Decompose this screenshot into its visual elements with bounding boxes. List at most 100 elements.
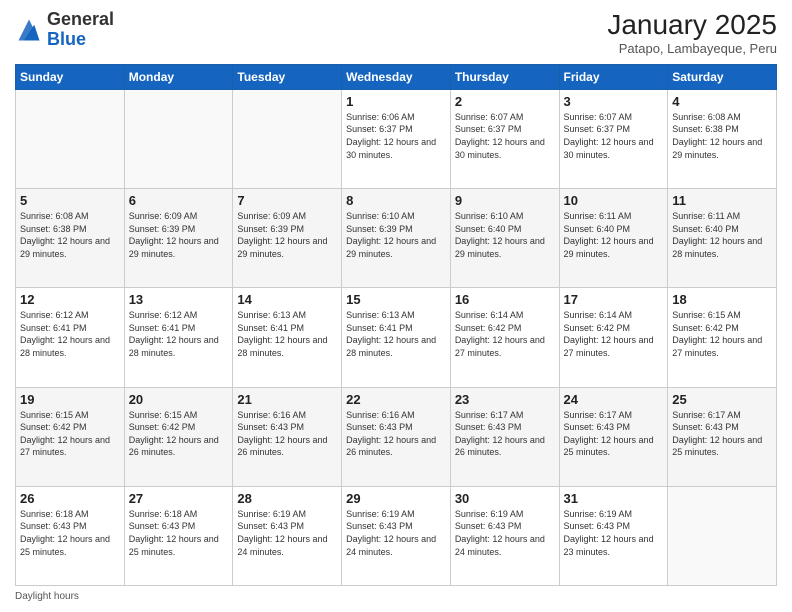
day-cell: 23 Sunrise: 6:17 AM Sunset: 6:43 PM Dayli…	[450, 387, 559, 486]
location: Patapo, Lambayeque, Peru	[607, 41, 777, 56]
day-cell	[124, 89, 233, 188]
day-info: Sunrise: 6:18 AM Sunset: 6:43 PM Dayligh…	[20, 508, 120, 558]
day-info: Sunrise: 6:17 AM Sunset: 6:43 PM Dayligh…	[564, 409, 664, 459]
header-day-thursday: Thursday	[450, 64, 559, 89]
day-cell: 22Sunrise: 6:16 AM Sunset: 6:43 PM Dayli…	[342, 387, 451, 486]
day-cell: 31 Sunrise: 6:19 AM Sunset: 6:43 PM Dayli…	[559, 486, 668, 585]
day-number: 6	[129, 193, 229, 208]
day-cell: 4 Sunrise: 6:08 AM Sunset: 6:38 PM Daylig…	[668, 89, 777, 188]
logo-blue-text: Blue	[47, 29, 86, 49]
day-cell: 11Sunrise: 6:11 AM Sunset: 6:40 PM Dayli…	[668, 189, 777, 288]
day-number: 21	[237, 392, 337, 407]
day-info: Sunrise: 6:13 AM Sunset: 6:41 PM Dayligh…	[237, 309, 337, 359]
day-info: Sunrise: 6:19 AM Sunset: 6:43 PM Dayligh…	[346, 508, 446, 558]
day-info: Sunrise: 6:15 AM Sunset: 6:42 PM Dayligh…	[129, 409, 229, 459]
day-number: 12	[20, 292, 120, 307]
calendar-body: 1Sunrise: 6:06 AM Sunset: 6:37 PM Daylig…	[16, 89, 777, 585]
day-info: Sunrise: 6:11 AM Sunset: 6:40 PM Dayligh…	[564, 210, 664, 260]
day-number: 28	[237, 491, 337, 506]
footer: Daylight hours	[15, 591, 777, 602]
month-year: January 2025	[607, 10, 777, 41]
header-day-saturday: Saturday	[668, 64, 777, 89]
day-number: 26	[20, 491, 120, 506]
day-cell: 9Sunrise: 6:10 AM Sunset: 6:40 PM Daylig…	[450, 189, 559, 288]
day-cell: 5 Sunrise: 6:08 AM Sunset: 6:38 PM Daylig…	[16, 189, 125, 288]
day-cell: 24 Sunrise: 6:17 AM Sunset: 6:43 PM Dayli…	[559, 387, 668, 486]
day-info: Sunrise: 6:17 AM Sunset: 6:43 PM Dayligh…	[455, 409, 555, 459]
day-info: Sunrise: 6:19 AM Sunset: 6:43 PM Dayligh…	[564, 508, 664, 558]
header-row: SundayMondayTuesdayWednesdayThursdayFrid…	[16, 64, 777, 89]
day-cell: 13Sunrise: 6:12 AM Sunset: 6:41 PM Dayli…	[124, 288, 233, 387]
day-number: 2	[455, 94, 555, 109]
day-cell: 16 Sunrise: 6:14 AM Sunset: 6:42 PM Dayli…	[450, 288, 559, 387]
day-number: 8	[346, 193, 446, 208]
footer-label: Daylight hours	[15, 591, 79, 602]
logo-general-text: General	[47, 9, 114, 29]
day-number: 23	[455, 392, 555, 407]
calendar-table: SundayMondayTuesdayWednesdayThursdayFrid…	[15, 64, 777, 586]
day-info: Sunrise: 6:12 AM Sunset: 6:41 PM Dayligh…	[20, 309, 120, 359]
day-number: 14	[237, 292, 337, 307]
day-cell: 19 Sunrise: 6:15 AM Sunset: 6:42 PM Dayli…	[16, 387, 125, 486]
logo: General Blue	[15, 10, 114, 50]
day-info: Sunrise: 6:08 AM Sunset: 6:38 PM Dayligh…	[672, 111, 772, 161]
day-cell: 2 Sunrise: 6:07 AM Sunset: 6:37 PM Daylig…	[450, 89, 559, 188]
day-cell: 30 Sunrise: 6:19 AM Sunset: 6:43 PM Dayli…	[450, 486, 559, 585]
day-info: Sunrise: 6:07 AM Sunset: 6:37 PM Dayligh…	[564, 111, 664, 161]
header-day-wednesday: Wednesday	[342, 64, 451, 89]
header-day-friday: Friday	[559, 64, 668, 89]
day-info: Sunrise: 6:14 AM Sunset: 6:42 PM Dayligh…	[455, 309, 555, 359]
day-info: Sunrise: 6:07 AM Sunset: 6:37 PM Dayligh…	[455, 111, 555, 161]
day-number: 24	[564, 392, 664, 407]
day-number: 5	[20, 193, 120, 208]
day-number: 7	[237, 193, 337, 208]
day-info: Sunrise: 6:13 AM Sunset: 6:41 PM Dayligh…	[346, 309, 446, 359]
day-cell: 17 Sunrise: 6:14 AM Sunset: 6:42 PM Dayli…	[559, 288, 668, 387]
day-info: Sunrise: 6:14 AM Sunset: 6:42 PM Dayligh…	[564, 309, 664, 359]
day-number: 27	[129, 491, 229, 506]
day-info: Sunrise: 6:17 AM Sunset: 6:43 PM Dayligh…	[672, 409, 772, 459]
day-info: Sunrise: 6:08 AM Sunset: 6:38 PM Dayligh…	[20, 210, 120, 260]
day-cell: 8 Sunrise: 6:10 AM Sunset: 6:39 PM Daylig…	[342, 189, 451, 288]
day-cell: 29Sunrise: 6:19 AM Sunset: 6:43 PM Dayli…	[342, 486, 451, 585]
day-number: 17	[564, 292, 664, 307]
day-number: 16	[455, 292, 555, 307]
day-cell: 18Sunrise: 6:15 AM Sunset: 6:42 PM Dayli…	[668, 288, 777, 387]
day-info: Sunrise: 6:10 AM Sunset: 6:40 PM Dayligh…	[455, 210, 555, 260]
day-number: 1	[346, 94, 446, 109]
day-info: Sunrise: 6:09 AM Sunset: 6:39 PM Dayligh…	[129, 210, 229, 260]
logo-icon	[15, 16, 43, 44]
day-cell: 27Sunrise: 6:18 AM Sunset: 6:43 PM Dayli…	[124, 486, 233, 585]
week-row-3: 12 Sunrise: 6:12 AM Sunset: 6:41 PM Dayli…	[16, 288, 777, 387]
day-number: 18	[672, 292, 772, 307]
day-cell: 20 Sunrise: 6:15 AM Sunset: 6:42 PM Dayli…	[124, 387, 233, 486]
day-cell: 10 Sunrise: 6:11 AM Sunset: 6:40 PM Dayli…	[559, 189, 668, 288]
day-number: 22	[346, 392, 446, 407]
day-number: 30	[455, 491, 555, 506]
header-day-tuesday: Tuesday	[233, 64, 342, 89]
day-cell: 6 Sunrise: 6:09 AM Sunset: 6:39 PM Daylig…	[124, 189, 233, 288]
week-row-4: 19 Sunrise: 6:15 AM Sunset: 6:42 PM Dayli…	[16, 387, 777, 486]
day-info: Sunrise: 6:15 AM Sunset: 6:42 PM Dayligh…	[20, 409, 120, 459]
day-cell: 15 Sunrise: 6:13 AM Sunset: 6:41 PM Dayli…	[342, 288, 451, 387]
day-cell: 14 Sunrise: 6:13 AM Sunset: 6:41 PM Dayli…	[233, 288, 342, 387]
day-number: 10	[564, 193, 664, 208]
day-info: Sunrise: 6:10 AM Sunset: 6:39 PM Dayligh…	[346, 210, 446, 260]
day-number: 20	[129, 392, 229, 407]
day-number: 19	[20, 392, 120, 407]
day-cell: 21Sunrise: 6:16 AM Sunset: 6:43 PM Dayli…	[233, 387, 342, 486]
day-info: Sunrise: 6:19 AM Sunset: 6:43 PM Dayligh…	[237, 508, 337, 558]
day-number: 25	[672, 392, 772, 407]
day-number: 31	[564, 491, 664, 506]
day-number: 3	[564, 94, 664, 109]
day-number: 4	[672, 94, 772, 109]
day-cell	[16, 89, 125, 188]
day-number: 11	[672, 193, 772, 208]
day-info: Sunrise: 6:12 AM Sunset: 6:41 PM Dayligh…	[129, 309, 229, 359]
day-info: Sunrise: 6:19 AM Sunset: 6:43 PM Dayligh…	[455, 508, 555, 558]
day-info: Sunrise: 6:09 AM Sunset: 6:39 PM Dayligh…	[237, 210, 337, 260]
day-cell: 3 Sunrise: 6:07 AM Sunset: 6:37 PM Daylig…	[559, 89, 668, 188]
day-number: 15	[346, 292, 446, 307]
calendar-header: SundayMondayTuesdayWednesdayThursdayFrid…	[16, 64, 777, 89]
day-cell: 26 Sunrise: 6:18 AM Sunset: 6:43 PM Dayli…	[16, 486, 125, 585]
